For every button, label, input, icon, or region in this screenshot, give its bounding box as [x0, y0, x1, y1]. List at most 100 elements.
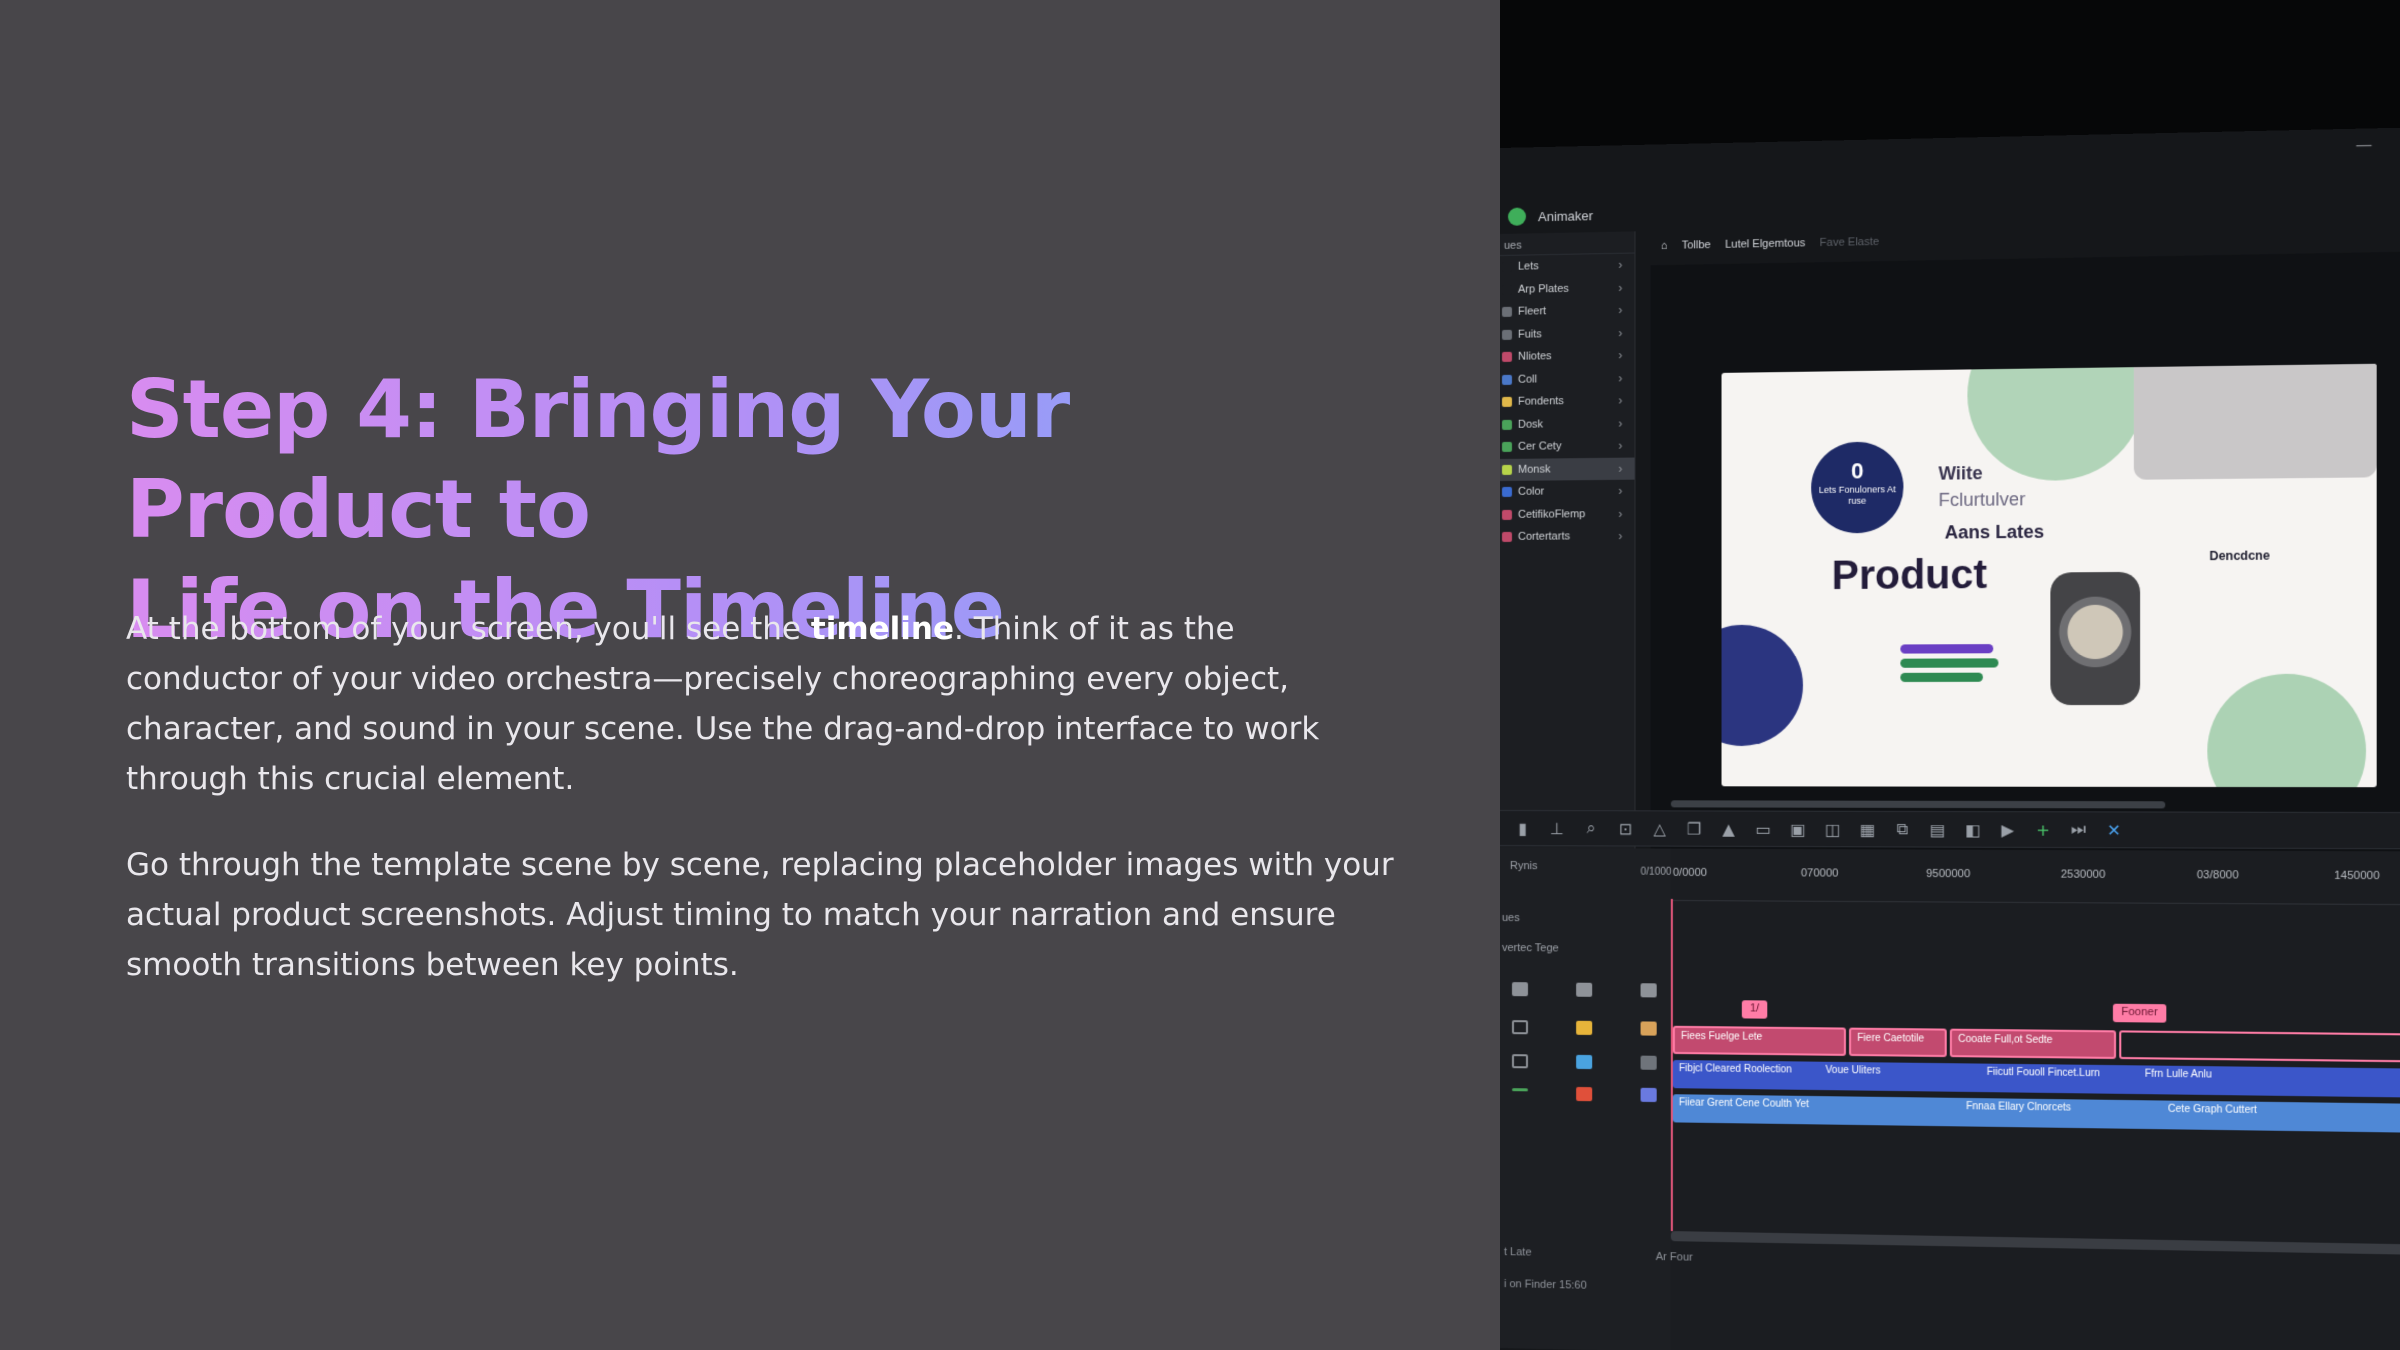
skip-icon[interactable]: ⏭ [2069, 819, 2088, 839]
sidebar-item-label: Coll [1518, 373, 1537, 385]
chevron-right-icon: › [1618, 529, 1622, 543]
grid-icon[interactable]: ▦ [1858, 819, 1876, 838]
home-icon[interactable]: ⌂ [1661, 240, 1668, 252]
sidebar-item[interactable]: Fuits › [1500, 321, 1634, 346]
sidebar-item-icon [1502, 307, 1512, 317]
sidebar-item-icon [1502, 352, 1512, 362]
sidebar-item-icon [1502, 465, 1512, 475]
sidebar-item[interactable]: Coll › [1500, 367, 1634, 391]
sidebar-item[interactable]: CetifikoFlemp › [1500, 502, 1634, 526]
asset-sidebar: ues Lets › Arp Plates › Fleert › Fuits › Nliotes… [1500, 231, 1635, 854]
ruler-tick-1: 070000 [1801, 867, 1839, 879]
clip-label: Fnnaa Ellary Clnorcets [1966, 1101, 2071, 1114]
copy-icon[interactable]: ⧉ [1893, 819, 1912, 839]
timeline-clip[interactable]: Cooate Full,ot Sedte [1950, 1029, 2116, 1059]
folder-icon[interactable]: ▤ [1928, 820, 1947, 839]
image-library-icon[interactable] [1576, 983, 1592, 997]
sidebar-item[interactable]: Dosk › [1500, 412, 1634, 436]
sidebar-item-label: Lets [1518, 261, 1539, 273]
timeline-clip[interactable]: Fiees Fuelge Lete [1673, 1026, 1846, 1056]
slide-badge: 0 Lets Fonuloners At ruse [1811, 441, 1903, 533]
image-icon[interactable]: ▣ [1789, 819, 1807, 838]
search-icon[interactable]: ⌕ [1582, 818, 1600, 838]
clip-label: Fibjcl Cleared Roolection [1679, 1063, 1792, 1075]
lock-icon[interactable] [1512, 982, 1528, 996]
sidebar-item[interactable]: Nliotes › [1500, 344, 1634, 369]
sidebar-item-label: CetifikoFlemp [1518, 508, 1585, 521]
sidebar-item-icon [1502, 510, 1512, 520]
sidebar-item-icon [1502, 262, 1512, 272]
timeline-label-ues: ues [1502, 912, 1520, 924]
title-line-1: Step 4: Bringing Your Product to [126, 363, 1069, 556]
folder-icon[interactable] [1576, 1021, 1592, 1035]
sidebar-item[interactable]: Cortertarts › [1500, 525, 1634, 549]
timeline-clip-row[interactable]: Fibjcl Cleared Roolection Voue Uliters F… [1673, 1060, 2400, 1098]
sidebar-list: Lets › Arp Plates › Fleert › Fuits › Nliotes › Col… [1500, 254, 1634, 549]
sidebar-item-label: Nliotes [1518, 350, 1552, 363]
stamp-icon[interactable]: ⊥ [1548, 819, 1566, 838]
instructions-paragraph: Go through the template scene by scene, … [126, 840, 1396, 990]
mountain-icon[interactable]: ▲ [1719, 819, 1737, 838]
checkbox-icon[interactable] [1512, 1054, 1528, 1068]
sidebar-item-label: Monsk [1518, 463, 1550, 475]
tab-1[interactable]: Tollbe [1682, 239, 1711, 252]
timeline-top-label: Rynis [1510, 860, 1538, 872]
character-icon[interactable] [1641, 1021, 1657, 1035]
chevron-right-icon: › [1618, 416, 1622, 430]
slide-line-a: Wiite [1938, 463, 1982, 485]
layers-icon[interactable]: ❐ [1685, 819, 1703, 838]
split-icon[interactable]: ◧ [1963, 820, 1982, 839]
chevron-right-icon: › [1618, 348, 1622, 362]
tab-3[interactable]: Fave Elaste [1820, 236, 1880, 249]
sidebar-item[interactable]: Monsk › [1500, 457, 1634, 481]
sidebar-item[interactable]: Arp Plates › [1500, 276, 1634, 301]
timeline-scrollbar[interactable] [1671, 1231, 2400, 1255]
slide-preview[interactable]: 0 Lets Fonuloners At ruse Wiite Fclurtul… [1722, 364, 2377, 787]
sidebar-item-icon [1502, 397, 1512, 407]
sidebar-item[interactable]: Color › [1500, 480, 1634, 504]
timeline-clip[interactable] [2119, 1030, 2400, 1062]
app-screenshot-panel: — □ Animaker ues Lets›Arp Plates›Fleert›… [1500, 0, 2400, 1350]
timeline-range-label[interactable]: vertec Tege [1502, 942, 1559, 954]
tab-2[interactable]: Lutel Elgemtous [1725, 237, 1805, 251]
minimize-icon[interactable]: — [2355, 135, 2372, 155]
sidebar-item-label: Color [1518, 486, 1544, 498]
trash-icon[interactable]: ▮ [1514, 819, 1532, 838]
audio-icon[interactable] [1641, 1056, 1657, 1070]
media-icon[interactable] [1576, 1087, 1592, 1101]
timeline-clip-row[interactable]: Fiiear Grent Cene Coulth Yet Fnnaa Ellar… [1673, 1094, 2400, 1133]
checkbox-icon[interactable] [1512, 1020, 1528, 1034]
intro-paragraph: At the bottom of your screen, you'll see… [126, 604, 1396, 804]
sidebar-item-icon [1502, 442, 1512, 452]
canvas-scrollbar[interactable] [1671, 800, 2165, 808]
play-icon[interactable]: ▶ [1998, 820, 2017, 839]
add-icon[interactable]: + [2034, 820, 2053, 839]
rectangle-icon[interactable]: ▭ [1754, 819, 1772, 838]
sidebar-header: ues [1500, 231, 1634, 256]
slide-right-title: Dencdcne [2209, 548, 2269, 563]
text-panel: Step 4: Bringing Your Product to Life on… [0, 0, 1500, 1350]
timeline-footer-c: i on Finder 15:60 [1504, 1278, 1587, 1292]
close-icon[interactable]: ✕ [2105, 820, 2124, 839]
timeline-marker-b[interactable]: Fooner [2113, 1004, 2166, 1023]
timeline-ruler[interactable]: 0/0000 070000 9500000 2530000 03/8000 14… [1671, 867, 2400, 906]
slide-pill [1900, 673, 1983, 682]
timeline-marker-a[interactable]: 1/ [1742, 1000, 1768, 1018]
frame-icon[interactable]: ⊡ [1616, 819, 1634, 838]
shape-icon[interactable]: △ [1651, 819, 1669, 838]
list-icon[interactable] [1641, 983, 1657, 997]
table-icon[interactable] [1641, 1088, 1657, 1102]
sidebar-item[interactable]: Fleert › [1500, 299, 1634, 324]
chevron-right-icon: › [1618, 371, 1622, 385]
sidebar-item[interactable]: Lets › [1500, 254, 1634, 279]
sidebar-item-icon [1502, 285, 1512, 295]
camera-icon[interactable]: ◫ [1823, 819, 1841, 838]
screen-icon[interactable] [1576, 1055, 1592, 1069]
sidebar-item-icon [1502, 532, 1512, 542]
line-icon[interactable] [1512, 1088, 1528, 1091]
timeline-clip[interactable]: Fiere Caetotile [1849, 1028, 1947, 1057]
sidebar-item[interactable]: Cer Cety › [1500, 434, 1634, 458]
slide-decor-blob [2207, 674, 2366, 788]
chevron-right-icon: › [1618, 394, 1622, 408]
sidebar-item[interactable]: Fondents › [1500, 389, 1634, 413]
